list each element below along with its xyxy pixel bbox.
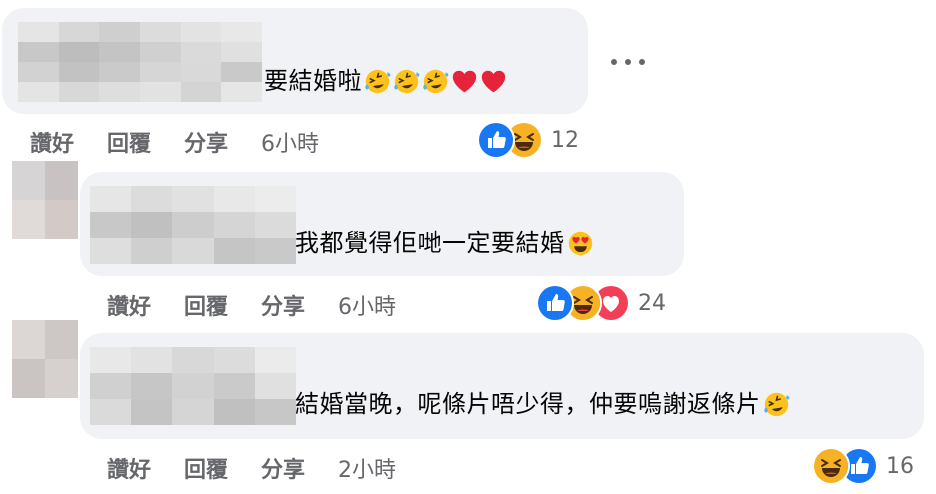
comment-text: 我都覺得佢哋一定要結婚 bbox=[295, 228, 594, 258]
rolling-laugh-emoji bbox=[763, 391, 790, 418]
reaction-summary[interactable]: 24 bbox=[536, 284, 666, 322]
reaction-count: 24 bbox=[638, 290, 666, 316]
avatar-blurred[interactable] bbox=[12, 161, 78, 239]
share-button[interactable]: 分享 bbox=[261, 289, 305, 321]
like-reaction-icon bbox=[477, 121, 515, 159]
more-options-icon[interactable] bbox=[611, 52, 645, 72]
like-button[interactable]: 讚好 bbox=[107, 289, 151, 321]
comment-actions: 讚好 回覆 分享 6小時 bbox=[30, 126, 319, 158]
haha-reaction-icon bbox=[812, 447, 850, 485]
comment-bubble: 我都覺得佢哋一定要結婚 bbox=[80, 172, 684, 276]
timestamp[interactable]: 2小時 bbox=[338, 452, 396, 484]
timestamp[interactable]: 6小時 bbox=[261, 126, 319, 158]
commenter-name-blurred[interactable] bbox=[18, 22, 262, 102]
red-heart-emoji bbox=[451, 68, 478, 95]
reply-button[interactable]: 回覆 bbox=[107, 126, 151, 158]
comment-text-content: 我都覺得佢哋一定要結婚 bbox=[295, 229, 565, 257]
reaction-count: 16 bbox=[886, 453, 914, 479]
comment-bubble: 要結婚啦 bbox=[2, 8, 588, 114]
avatar-blurred[interactable] bbox=[12, 320, 78, 398]
red-heart-emoji bbox=[480, 68, 507, 95]
comment-text-content: 要結婚啦 bbox=[264, 67, 362, 95]
comment-text: 要結婚啦 bbox=[264, 66, 507, 96]
comment-actions: 讚好 回覆 分享 2小時 bbox=[107, 452, 396, 484]
rolling-laugh-emoji bbox=[364, 68, 391, 95]
comment-bubble: 結婚當晚，呢條片唔少得，仲要嗚謝返條片 bbox=[80, 333, 924, 439]
reaction-summary[interactable]: 12 bbox=[477, 121, 579, 159]
comment-actions: 讚好 回覆 分享 6小時 bbox=[107, 289, 396, 321]
share-button[interactable]: 分享 bbox=[261, 452, 305, 484]
comment-text: 結婚當晚，呢條片唔少得，仲要嗚謝返條片 bbox=[295, 389, 790, 419]
timestamp[interactable]: 6小時 bbox=[338, 289, 396, 321]
share-button[interactable]: 分享 bbox=[184, 126, 228, 158]
reaction-count: 12 bbox=[551, 127, 579, 153]
reaction-summary[interactable]: 16 bbox=[812, 447, 914, 485]
comment-text-content: 結婚當晚，呢條片唔少得，仲要嗚謝返條片 bbox=[295, 390, 761, 418]
reply-button[interactable]: 回覆 bbox=[184, 289, 228, 321]
like-button[interactable]: 讚好 bbox=[107, 452, 151, 484]
heart-eyes-emoji bbox=[567, 230, 594, 257]
commenter-name-blurred[interactable] bbox=[90, 347, 296, 425]
like-reaction-icon bbox=[536, 284, 574, 322]
rolling-laugh-emoji bbox=[422, 68, 449, 95]
like-button[interactable]: 讚好 bbox=[30, 126, 74, 158]
rolling-laugh-emoji bbox=[393, 68, 420, 95]
reply-button[interactable]: 回覆 bbox=[184, 452, 228, 484]
commenter-name-blurred[interactable] bbox=[90, 186, 296, 264]
